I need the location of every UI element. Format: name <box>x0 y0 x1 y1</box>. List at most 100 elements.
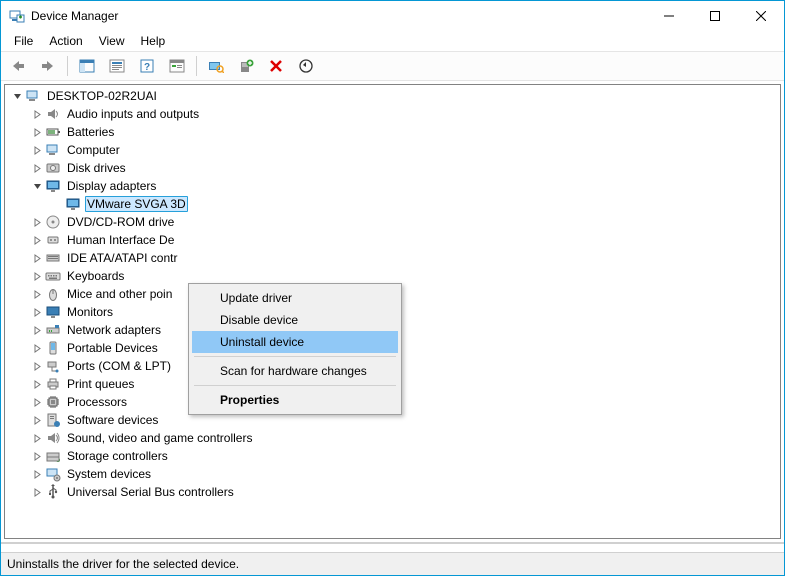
computer-icon <box>45 142 61 158</box>
software-icon <box>45 412 61 428</box>
chevron-down-icon[interactable] <box>31 180 43 192</box>
chevron-right-icon[interactable] <box>31 252 43 264</box>
scan-hardware-button[interactable] <box>203 54 229 78</box>
back-button[interactable] <box>5 54 31 78</box>
tree-category[interactable]: IDE ATA/ATAPI contr <box>5 249 780 267</box>
menubar: File Action View Help <box>1 31 784 51</box>
ide-icon <box>45 250 61 266</box>
show-hide-tree-button[interactable] <box>74 54 100 78</box>
properties-button[interactable] <box>104 54 130 78</box>
tree-category[interactable]: Sound, video and game controllers <box>5 429 780 447</box>
cpu-icon <box>45 394 61 410</box>
chevron-right-icon[interactable] <box>31 468 43 480</box>
toolbar: ? <box>1 51 784 81</box>
tree-category[interactable]: Computer <box>5 141 780 159</box>
tree-item-label: Network adapters <box>65 323 163 337</box>
tree-category[interactable]: Disk drives <box>5 159 780 177</box>
chevron-right-icon[interactable] <box>31 108 43 120</box>
context-menu: Update driverDisable deviceUninstall dev… <box>188 283 402 415</box>
battery-icon <box>45 124 61 140</box>
add-legacy-button[interactable] <box>233 54 259 78</box>
context-menu-item[interactable]: Properties <box>192 389 398 411</box>
tree-item-label: Ports (COM & LPT) <box>65 359 173 373</box>
chevron-right-icon[interactable] <box>31 432 43 444</box>
tree-root[interactable]: DESKTOP-02R2UAI <box>5 87 780 105</box>
tree-item-label: Sound, video and game controllers <box>65 431 254 445</box>
context-menu-item[interactable]: Scan for hardware changes <box>192 360 398 382</box>
tree-category[interactable]: Batteries <box>5 123 780 141</box>
titlebar: Device Manager <box>1 1 784 31</box>
computer-icon <box>25 88 41 104</box>
chevron-right-icon[interactable] <box>31 144 43 156</box>
tree-category[interactable]: Audio inputs and outputs <box>5 105 780 123</box>
tree-category[interactable]: Human Interface De <box>5 231 780 249</box>
dvd-icon <box>45 214 61 230</box>
tree-category[interactable]: Storage controllers <box>5 447 780 465</box>
portable-icon <box>45 340 61 356</box>
menu-file[interactable]: File <box>7 33 40 49</box>
context-menu-item[interactable]: Disable device <box>192 309 398 331</box>
tree-item-label: DVD/CD-ROM drive <box>65 215 176 229</box>
tree-item-label: Storage controllers <box>65 449 170 463</box>
tree-item-label: Computer <box>65 143 122 157</box>
chevron-right-icon[interactable] <box>31 288 43 300</box>
tree-item-label: Display adapters <box>65 179 158 193</box>
statusbar: Uninstalls the driver for the selected d… <box>1 552 784 575</box>
chevron-right-icon[interactable] <box>31 306 43 318</box>
chevron-right-icon[interactable] <box>31 414 43 426</box>
tree-item-label: Software devices <box>65 413 160 427</box>
chevron-right-icon[interactable] <box>31 342 43 354</box>
chevron-right-icon[interactable] <box>31 324 43 336</box>
tree-category[interactable]: System devices <box>5 465 780 483</box>
chevron-right-icon[interactable] <box>31 270 43 282</box>
context-menu-item[interactable]: Uninstall device <box>192 331 398 353</box>
help-button[interactable]: ? <box>134 54 160 78</box>
network-icon <box>45 322 61 338</box>
tree-item-label: VMware SVGA 3D <box>85 196 188 212</box>
chevron-right-icon[interactable] <box>31 360 43 372</box>
maximize-button[interactable] <box>692 1 738 31</box>
tree-device[interactable]: VMware SVGA 3D <box>5 195 780 213</box>
uninstall-button[interactable] <box>263 54 289 78</box>
chevron-right-icon[interactable] <box>31 378 43 390</box>
update-driver-button[interactable] <box>293 54 319 78</box>
tree-item-label: Universal Serial Bus controllers <box>65 485 236 499</box>
tree-item-label: Disk drives <box>65 161 128 175</box>
tree-category[interactable]: Universal Serial Bus controllers <box>5 483 780 501</box>
keyboard-icon <box>45 268 61 284</box>
chevron-right-icon <box>51 198 63 210</box>
context-menu-item[interactable]: Update driver <box>192 287 398 309</box>
tree-category[interactable]: Display adapters <box>5 177 780 195</box>
tree-item-label: Monitors <box>65 305 115 319</box>
chevron-right-icon[interactable] <box>31 216 43 228</box>
chevron-right-icon[interactable] <box>31 126 43 138</box>
chevron-right-icon[interactable] <box>31 162 43 174</box>
menu-view[interactable]: View <box>92 33 132 49</box>
window-title: Device Manager <box>31 9 118 23</box>
display-icon <box>45 178 61 194</box>
status-text: Uninstalls the driver for the selected d… <box>7 557 239 571</box>
close-button[interactable] <box>738 1 784 31</box>
action-button[interactable] <box>164 54 190 78</box>
ports-icon <box>45 358 61 374</box>
chevron-right-icon[interactable] <box>31 396 43 408</box>
printer-icon <box>45 376 61 392</box>
storage-icon <box>45 448 61 464</box>
forward-button[interactable] <box>35 54 61 78</box>
tree-item-label: System devices <box>65 467 153 481</box>
chevron-down-icon[interactable] <box>11 90 23 102</box>
chevron-right-icon[interactable] <box>31 486 43 498</box>
svg-text:?: ? <box>144 62 150 73</box>
minimize-button[interactable] <box>646 1 692 31</box>
chevron-right-icon[interactable] <box>31 234 43 246</box>
tree-item-label: IDE ATA/ATAPI contr <box>65 251 179 265</box>
chevron-right-icon[interactable] <box>31 450 43 462</box>
menu-action[interactable]: Action <box>42 33 89 49</box>
context-menu-separator <box>194 356 396 357</box>
tree-item-label: Audio inputs and outputs <box>65 107 201 121</box>
tree-category[interactable]: DVD/CD-ROM drive <box>5 213 780 231</box>
menu-help[interactable]: Help <box>134 33 173 49</box>
window-controls <box>646 1 784 31</box>
tree-item-label: Processors <box>65 395 129 409</box>
system-icon <box>45 466 61 482</box>
